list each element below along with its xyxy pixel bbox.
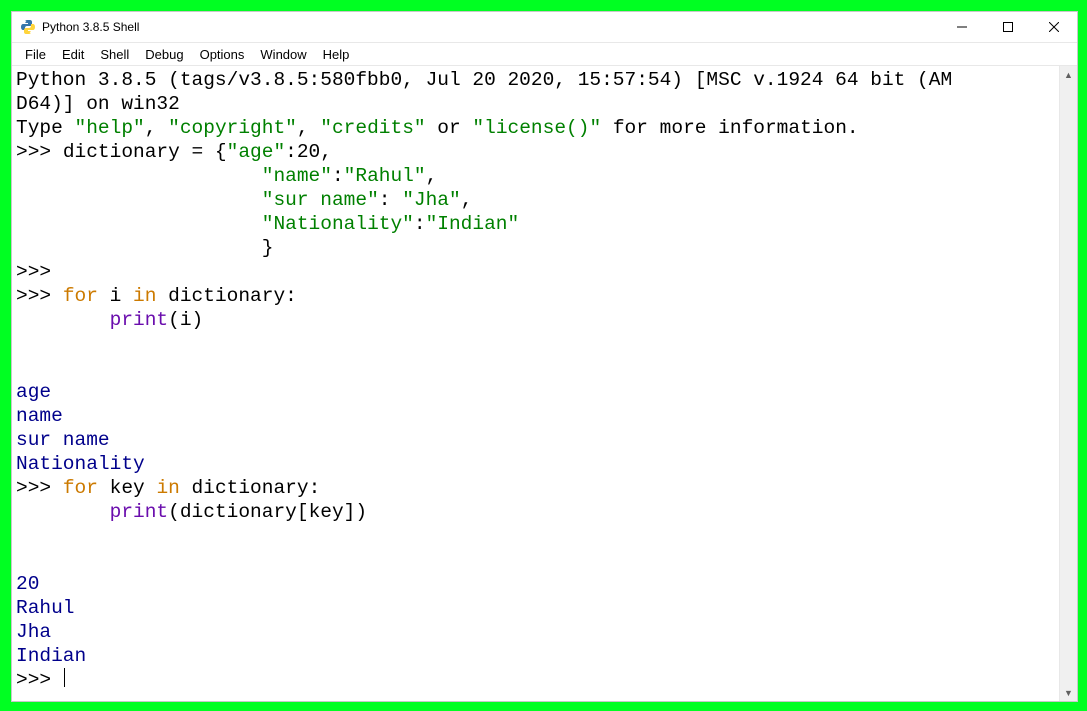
blank-line xyxy=(16,549,110,571)
banner-line: Python 3.8.5 (tags/v3.8.5:580fbb0, Jul 2… xyxy=(16,69,952,91)
scroll-up-icon[interactable]: ▲ xyxy=(1060,66,1077,83)
blank-line xyxy=(16,357,110,379)
prompt: >>> xyxy=(16,477,63,499)
menubar: File Edit Shell Debug Options Window Hel… xyxy=(12,43,1077,66)
prompt: >>> xyxy=(16,261,63,283)
close-button[interactable] xyxy=(1031,12,1077,42)
code-line: for key in dictionary: xyxy=(63,477,320,499)
shell-text[interactable]: Python 3.8.5 (tags/v3.8.5:580fbb0, Jul 2… xyxy=(12,66,1059,701)
output-line: age xyxy=(16,381,51,403)
prompt: >>> xyxy=(16,141,63,163)
code-line: print(i) xyxy=(16,309,203,331)
code-line: "name":"Rahul", xyxy=(16,165,437,187)
python-icon xyxy=(20,19,36,35)
menu-shell[interactable]: Shell xyxy=(93,46,136,63)
menu-debug[interactable]: Debug xyxy=(138,46,190,63)
menu-help[interactable]: Help xyxy=(316,46,357,63)
prompt: >>> xyxy=(16,285,63,307)
window-title: Python 3.8.5 Shell xyxy=(42,20,939,34)
code-line: "Nationality":"Indian" xyxy=(16,213,519,235)
scroll-down-icon[interactable]: ▼ xyxy=(1060,684,1077,701)
code-line: dictionary = {"age":20, xyxy=(63,141,332,163)
menu-file[interactable]: File xyxy=(18,46,53,63)
window-controls xyxy=(939,12,1077,42)
minimize-button[interactable] xyxy=(939,12,985,42)
output-line: name xyxy=(16,405,63,427)
menu-options[interactable]: Options xyxy=(193,46,252,63)
output-line: Indian xyxy=(16,645,86,667)
idle-window: Python 3.8.5 Shell File Edit Shell Debug… xyxy=(11,11,1078,702)
vertical-scrollbar[interactable]: ▲ ▼ xyxy=(1059,66,1077,701)
banner-line: D64)] on win32 xyxy=(16,93,180,115)
code-line: "sur name": "Jha", xyxy=(16,189,472,211)
banner-line: Type "help", "copyright", "credits" or "… xyxy=(16,117,859,139)
output-line: Jha xyxy=(16,621,51,643)
menu-window[interactable]: Window xyxy=(253,46,313,63)
prompt: >>> xyxy=(16,669,63,691)
code-line: for i in dictionary: xyxy=(63,285,297,307)
output-line: 20 xyxy=(16,573,39,595)
output-line: sur name xyxy=(16,429,110,451)
titlebar[interactable]: Python 3.8.5 Shell xyxy=(12,12,1077,43)
code-line: print(dictionary[key]) xyxy=(16,501,367,523)
menu-edit[interactable]: Edit xyxy=(55,46,91,63)
maximize-button[interactable] xyxy=(985,12,1031,42)
output-line: Rahul xyxy=(16,597,75,619)
cursor xyxy=(64,668,65,687)
content-area: Python 3.8.5 (tags/v3.8.5:580fbb0, Jul 2… xyxy=(12,66,1077,701)
output-line: Nationality xyxy=(16,453,145,475)
code-line: } xyxy=(16,237,273,259)
